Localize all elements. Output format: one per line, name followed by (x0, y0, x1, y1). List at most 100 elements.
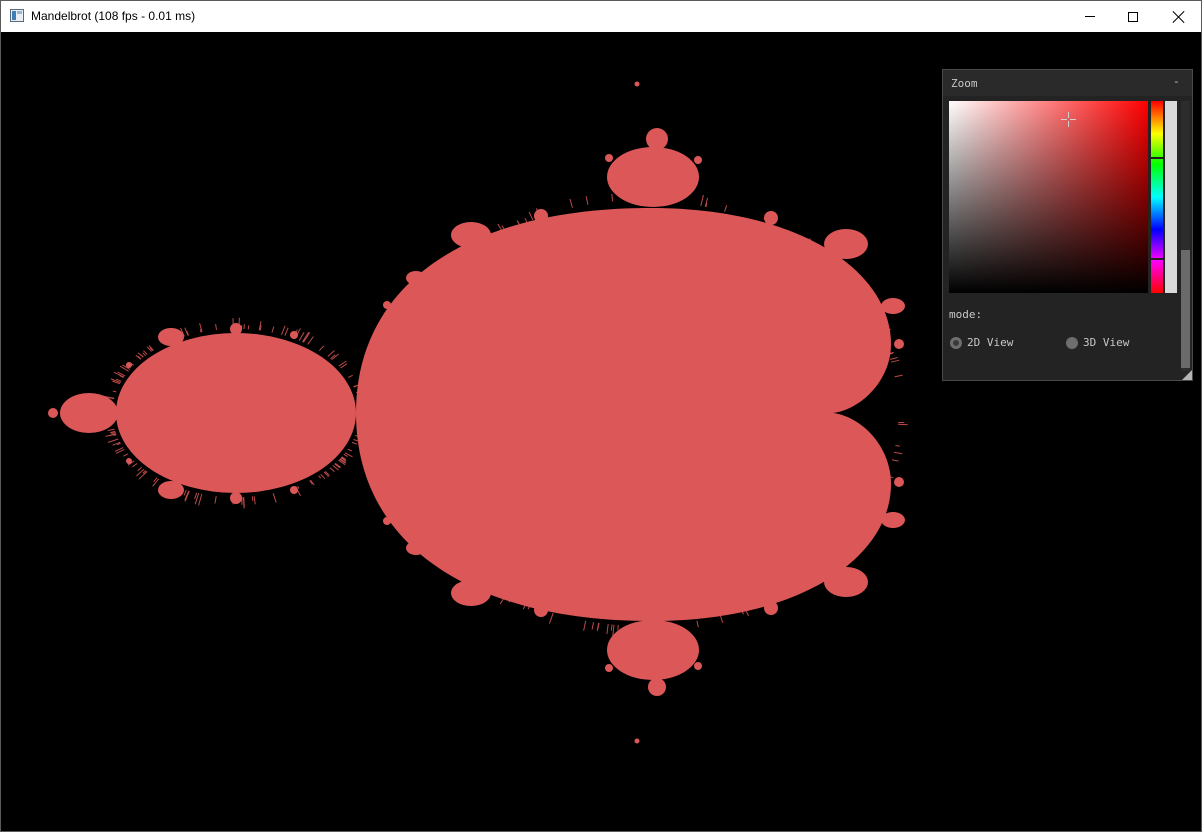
filament (132, 463, 138, 468)
filament (298, 332, 305, 341)
filament (253, 496, 256, 505)
bulb-upper-left (451, 222, 491, 248)
filament (889, 357, 898, 360)
picker-cursor-icon[interactable] (1061, 112, 1076, 127)
bottom-sub-bulb (648, 678, 666, 696)
bulb-p2-top-mid (230, 323, 242, 335)
filament (271, 326, 275, 333)
alpha-slider[interactable] (1165, 101, 1177, 293)
panel-title: Zoom (951, 77, 978, 90)
filament (351, 441, 358, 445)
zoom-panel: Zoom - mode: 2D View 3D View (942, 69, 1193, 381)
filament (194, 492, 198, 500)
filament (596, 622, 600, 632)
filament (893, 451, 903, 455)
radio-unselected-icon (1066, 336, 1078, 349)
title-bar[interactable]: Mandelbrot (108 fps - 0.01 ms) (1, 1, 1201, 32)
filament (347, 374, 353, 378)
color-picker-sv[interactable] (949, 101, 1148, 293)
alpha-slider-fill (1165, 101, 1177, 293)
bottom-bulb (607, 620, 699, 680)
close-icon (1173, 11, 1185, 23)
radio-2d-view[interactable]: 2D View (950, 336, 1013, 349)
period-2-bulb (116, 333, 356, 493)
filament (524, 217, 528, 223)
bulb-small-8 (694, 156, 702, 164)
fractal-viewport[interactable]: Zoom - mode: 2D View 3D View (1, 32, 1201, 831)
filament (891, 459, 899, 462)
filament (107, 421, 114, 424)
minimize-icon (1085, 16, 1095, 17)
close-button[interactable] (1156, 1, 1202, 32)
filament (700, 194, 704, 207)
filament (724, 205, 728, 212)
filament (284, 327, 289, 336)
filament (611, 194, 614, 202)
panel-scrollbar-thumb[interactable] (1181, 250, 1190, 368)
filament (329, 467, 335, 472)
filament (281, 325, 286, 335)
filament (198, 493, 203, 506)
bulb-lower-right (824, 567, 868, 597)
filament (243, 496, 245, 507)
filament (107, 438, 119, 443)
bulb-small-1 (534, 209, 548, 223)
bulb-p2-top (158, 328, 184, 346)
filament (318, 345, 325, 352)
filament (137, 467, 142, 472)
filament (108, 401, 114, 404)
radio-2d-label: 2D View (967, 336, 1014, 349)
filament (591, 622, 594, 630)
filament (358, 422, 364, 424)
filament (606, 624, 609, 634)
minimize-button[interactable] (1067, 1, 1113, 32)
bulb-far-upper-left (406, 271, 426, 285)
bulb-p2-bottom-mid (230, 492, 242, 504)
filament (112, 390, 117, 393)
mode-label: mode: (949, 308, 983, 321)
top-bulb (607, 147, 699, 207)
filament (379, 432, 385, 435)
filament (895, 445, 900, 447)
hue-marker (1150, 258, 1164, 260)
filament (585, 196, 589, 205)
filament (654, 191, 657, 201)
window-title: Mandelbrot (108 fps - 0.01 ms) (31, 9, 196, 23)
collapse-button[interactable]: - (1173, 75, 1180, 88)
filament (135, 354, 142, 360)
filament (251, 496, 254, 502)
bulb-small-10 (694, 662, 702, 670)
panel-header[interactable]: Zoom - (943, 70, 1192, 96)
maximize-button[interactable] (1110, 1, 1156, 32)
hue-slider[interactable] (1150, 101, 1164, 293)
bulb-small-5 (894, 339, 904, 349)
radio-selected-icon (950, 336, 962, 349)
filament (214, 496, 217, 504)
resize-grip-icon[interactable] (1182, 370, 1192, 380)
bulb-small-3 (764, 211, 778, 225)
left-tip (48, 408, 58, 418)
filament (548, 612, 554, 624)
filament (272, 493, 277, 503)
radio-3d-label: 3D View (1083, 336, 1130, 349)
filament (215, 324, 217, 330)
filament (344, 452, 353, 458)
filament (142, 352, 146, 356)
filament (343, 453, 348, 457)
filament (610, 624, 613, 631)
radio-3d-view[interactable]: 3D View (1066, 336, 1129, 349)
hue-marker (1150, 157, 1164, 159)
bulb-small-9 (605, 664, 613, 672)
main-cardioid (356, 208, 891, 621)
app-window-icon (10, 9, 24, 22)
filament (897, 423, 908, 426)
bulb-small-6 (894, 477, 904, 487)
filament (719, 615, 724, 624)
filament (696, 620, 699, 628)
bulb-right-lower-small (881, 512, 905, 528)
filament (528, 211, 534, 221)
bulb-small-14 (634, 738, 640, 744)
filament (617, 624, 619, 631)
maximize-icon (1128, 11, 1138, 22)
filament (123, 453, 129, 457)
